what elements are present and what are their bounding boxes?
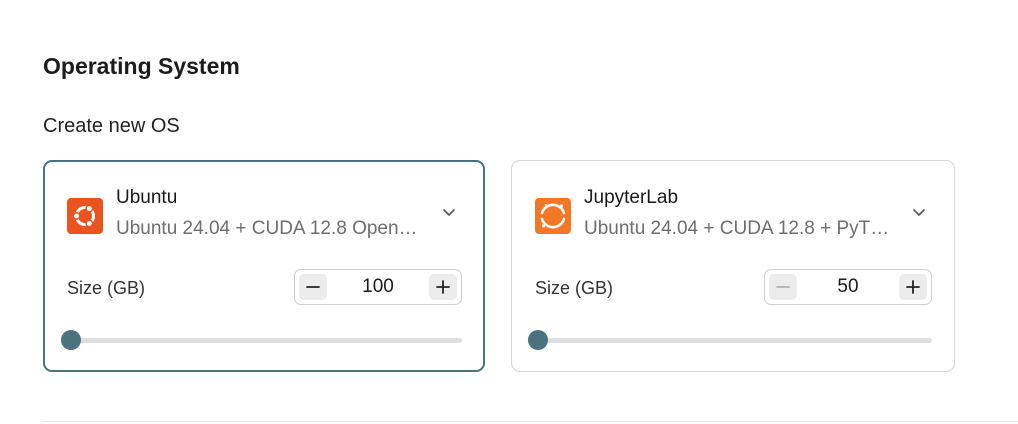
os-description: Ubuntu 24.04 + CUDA 12.8 Open… [116, 218, 418, 239]
ubuntu-logo-icon [67, 198, 103, 234]
slider-track[interactable] [538, 338, 932, 343]
size-value[interactable]: 50 [801, 270, 895, 304]
decrement-button[interactable] [299, 274, 327, 300]
os-name: Ubuntu [116, 187, 178, 208]
os-name: JupyterLab [584, 187, 679, 208]
slider-thumb[interactable] [61, 330, 81, 350]
jupyterlab-logo-icon [535, 198, 571, 234]
size-slider[interactable] [528, 330, 932, 350]
increment-button[interactable] [899, 274, 927, 300]
slider-track[interactable] [71, 338, 462, 343]
size-label: Size (GB) [535, 278, 614, 298]
chevron-down-icon[interactable] [441, 204, 457, 220]
slider-thumb[interactable] [528, 330, 548, 350]
plus-icon [436, 280, 450, 294]
os-description: Ubuntu 24.04 + CUDA 12.8 + PyT… [584, 218, 890, 239]
section-divider [43, 421, 1018, 422]
plus-icon [906, 280, 920, 294]
os-card-ubuntu[interactable]: Ubuntu Ubuntu 24.04 + CUDA 12.8 Open… Si… [43, 160, 485, 372]
minus-icon [306, 286, 320, 288]
increment-button[interactable] [429, 274, 457, 300]
size-slider[interactable] [61, 330, 462, 350]
os-select-ubuntu[interactable]: Ubuntu Ubuntu 24.04 + CUDA 12.8 Open… [67, 184, 461, 246]
decrement-button[interactable] [769, 274, 797, 300]
size-value[interactable]: 100 [331, 270, 425, 304]
os-settings-page: Operating System Create new OS Ubuntu Ub… [0, 0, 1018, 424]
section-title: Operating System [43, 53, 240, 79]
size-label: Size (GB) [67, 278, 146, 298]
chevron-down-icon[interactable] [911, 204, 927, 220]
minus-icon [776, 286, 790, 288]
size-stepper[interactable]: 100 [294, 269, 462, 305]
os-card-jupyterlab[interactable]: JupyterLab Ubuntu 24.04 + CUDA 12.8 + Py… [511, 160, 955, 372]
os-select-jupyterlab[interactable]: JupyterLab Ubuntu 24.04 + CUDA 12.8 + Py… [535, 184, 931, 246]
size-stepper[interactable]: 50 [764, 269, 932, 305]
create-os-heading: Create new OS [43, 115, 180, 137]
